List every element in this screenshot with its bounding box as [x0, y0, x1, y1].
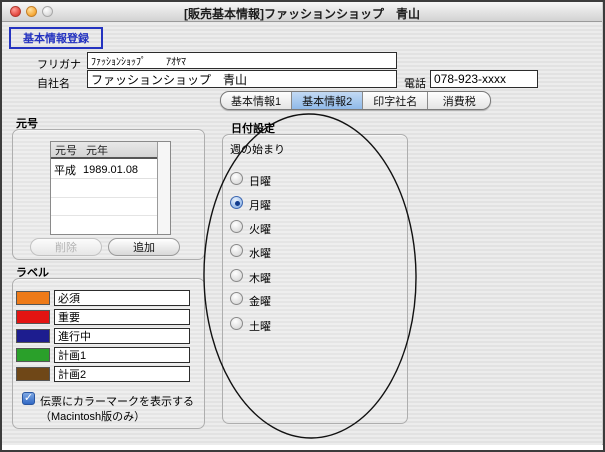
- phone-label: 電話: [404, 75, 426, 91]
- tab-print-company-name[interactable]: 印字社名: [363, 92, 428, 109]
- radio-monday-label: 月曜: [249, 197, 271, 213]
- era-table: 元号元年 平成 1989.01.08: [50, 141, 171, 235]
- window-frame: [販売基本情報]ファッションショップ 青山 基本情報登録 フリガナ 自社名 電話…: [2, 2, 603, 445]
- era-table-scrollbar[interactable]: [157, 142, 170, 234]
- tab-basic-info-1[interactable]: 基本情報1: [221, 92, 292, 109]
- furigana-input[interactable]: [87, 52, 397, 69]
- tab-bar: 基本情報1 基本情報2 印字社名 消費税: [220, 91, 491, 110]
- tab-consumption-tax[interactable]: 消費税: [428, 92, 490, 109]
- label-input-4[interactable]: [54, 347, 190, 363]
- radio-tuesday[interactable]: [230, 220, 243, 233]
- window-content: 基本情報登録 フリガナ 自社名 電話 基本情報1 基本情報2 印字社名 消費税 …: [2, 23, 602, 445]
- table-row[interactable]: 平成 1989.01.08: [51, 161, 157, 179]
- color-swatch-green[interactable]: [16, 348, 50, 362]
- color-mark-checkbox[interactable]: ✓: [22, 392, 35, 405]
- year-col-header: 元年: [86, 142, 108, 158]
- radio-saturday[interactable]: [230, 317, 243, 330]
- table-gridline: [51, 197, 157, 198]
- color-swatch-red[interactable]: [16, 310, 50, 324]
- radio-saturday-label: 土曜: [249, 318, 271, 334]
- table-gridline: [51, 215, 157, 216]
- year-cell: 1989.01.08: [83, 164, 138, 176]
- tab-basic-info-2[interactable]: 基本情報2: [292, 92, 363, 109]
- company-name-label: 自社名: [37, 75, 70, 91]
- week-start-label: 週の始まり: [230, 141, 285, 157]
- window-title: [販売基本情報]ファッションショップ 青山: [2, 5, 602, 22]
- color-swatch-orange[interactable]: [16, 291, 50, 305]
- radio-wednesday-label: 水曜: [249, 245, 271, 261]
- title-bar[interactable]: [販売基本情報]ファッションショップ 青山: [2, 2, 602, 22]
- radio-monday[interactable]: [230, 196, 243, 209]
- label-input-1[interactable]: [54, 290, 190, 306]
- phone-input[interactable]: [430, 70, 538, 88]
- add-button[interactable]: 追加: [108, 238, 180, 256]
- label-input-2[interactable]: [54, 309, 190, 325]
- color-mark-checkbox-label: 伝票にカラーマークを表示する: [40, 393, 194, 409]
- radio-thursday-label: 木曜: [249, 270, 271, 286]
- radio-thursday[interactable]: [230, 269, 243, 282]
- era-col-header: 元号: [55, 142, 77, 158]
- macintosh-only-note: （Macintosh版のみ）: [40, 408, 145, 424]
- radio-sunday[interactable]: [230, 172, 243, 185]
- label-input-3[interactable]: [54, 328, 190, 344]
- radio-wednesday[interactable]: [230, 244, 243, 257]
- furigana-label: フリガナ: [37, 56, 81, 72]
- label-input-5[interactable]: [54, 366, 190, 382]
- color-swatch-navy[interactable]: [16, 329, 50, 343]
- mode-badge: 基本情報登録: [9, 27, 103, 49]
- era-cell: 平成: [54, 162, 76, 178]
- delete-button[interactable]: 削除: [30, 238, 102, 256]
- era-table-header: 元号元年: [51, 142, 157, 159]
- color-swatch-brown[interactable]: [16, 367, 50, 381]
- radio-friday-label: 金曜: [249, 293, 271, 309]
- company-name-input[interactable]: [87, 70, 397, 88]
- radio-sunday-label: 日曜: [249, 173, 271, 189]
- radio-tuesday-label: 火曜: [249, 221, 271, 237]
- app-window: [販売基本情報]ファッションショップ 青山 基本情報登録 フリガナ 自社名 電話…: [0, 0, 605, 452]
- radio-friday[interactable]: [230, 292, 243, 305]
